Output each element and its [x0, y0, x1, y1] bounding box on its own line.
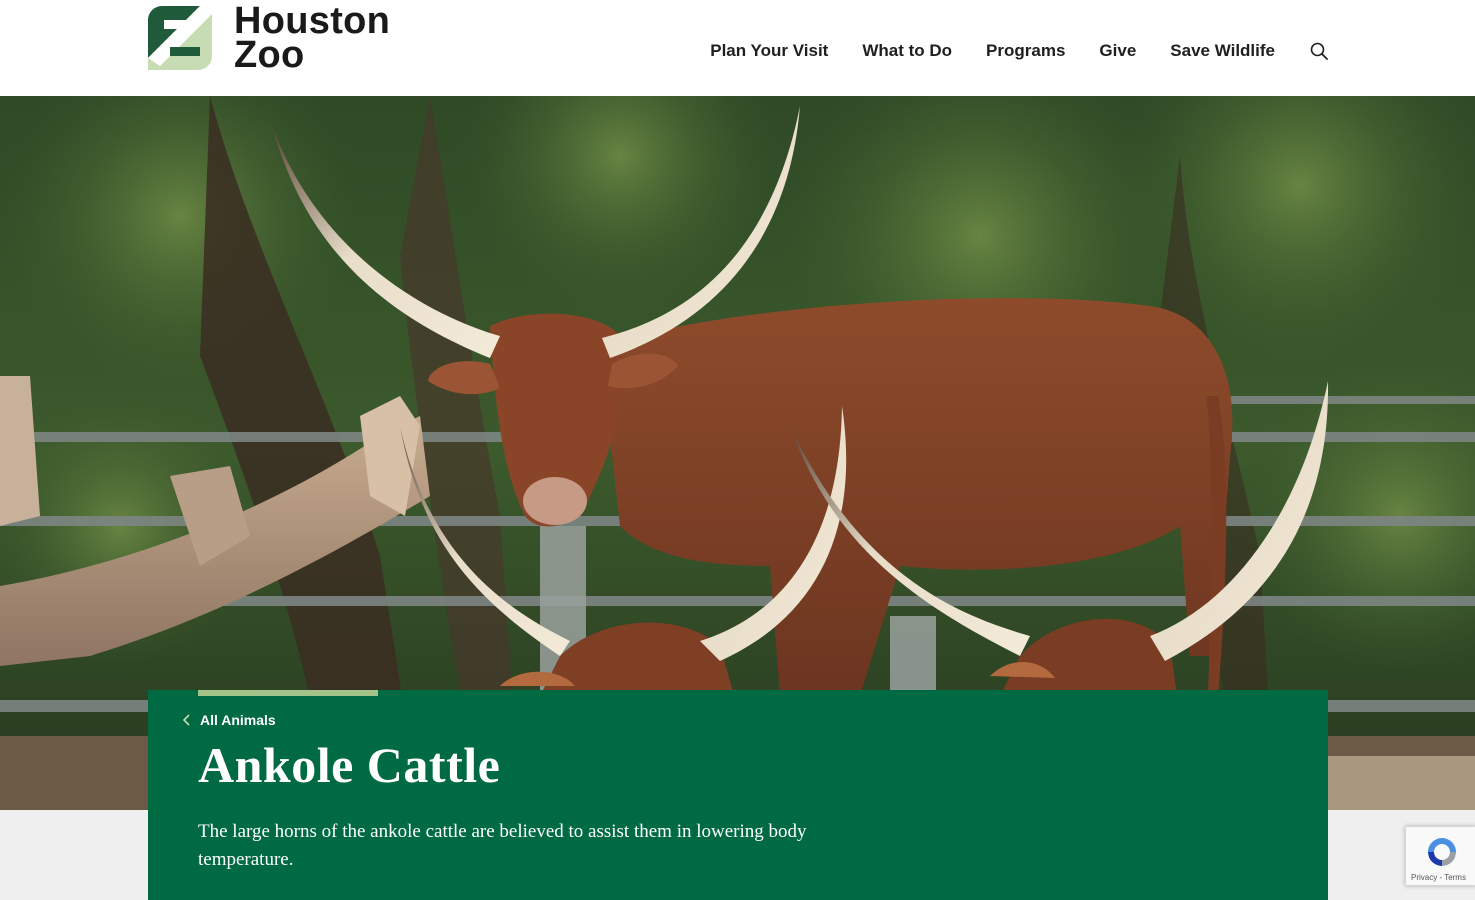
nav-what-to-do[interactable]: What to Do: [862, 41, 952, 61]
nav-plan-your-visit[interactable]: Plan Your Visit: [710, 41, 828, 61]
search-button[interactable]: [1309, 40, 1329, 62]
all-animals-label: All Animals: [200, 712, 276, 728]
nav-give[interactable]: Give: [1099, 41, 1136, 61]
chevron-left-icon: [182, 714, 190, 726]
search-icon: [1310, 42, 1328, 60]
site-header: Houston Zoo Plan Your Visit What to Do P…: [0, 0, 1475, 96]
nav-programs[interactable]: Programs: [986, 41, 1065, 61]
all-animals-link[interactable]: All Animals: [182, 712, 276, 728]
logo-text-zoo: Zoo: [234, 34, 305, 76]
card-accent-bar: [198, 690, 378, 696]
recaptcha-icon: [1428, 838, 1456, 866]
page-title: Ankole Cattle: [198, 737, 501, 793]
recaptcha-links[interactable]: Privacy - Terms: [1411, 873, 1466, 882]
animal-intro-card: All Animals Ankole Cattle The large horn…: [148, 690, 1328, 900]
houston-zoo-logo[interactable]: Houston Zoo: [148, 0, 391, 76]
nav-save-wildlife[interactable]: Save Wildlife: [1170, 41, 1275, 61]
zoo-logo-icon: [148, 6, 212, 70]
logo-wordmark: Houston Zoo: [234, 0, 391, 76]
main-navigation: Plan Your Visit What to Do Programs Give…: [676, 40, 1329, 62]
recaptcha-badge[interactable]: Privacy - Terms: [1405, 826, 1475, 886]
logo-text-houston: Houston: [234, 0, 391, 42]
animal-description: The large horns of the ankole cattle are…: [198, 821, 807, 870]
